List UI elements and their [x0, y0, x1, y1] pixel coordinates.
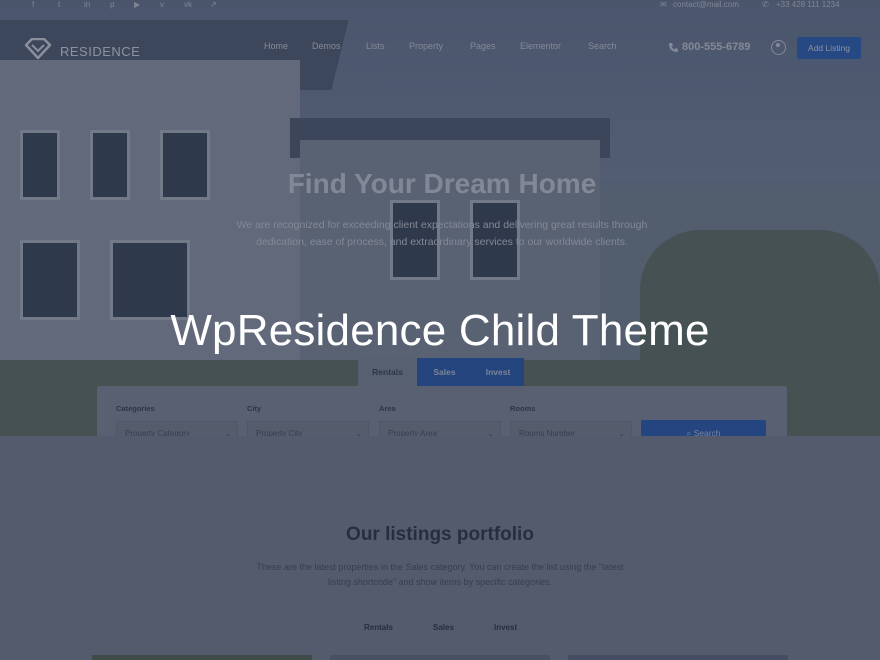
overlay-caption: WpResidence Child Theme [170, 306, 710, 355]
